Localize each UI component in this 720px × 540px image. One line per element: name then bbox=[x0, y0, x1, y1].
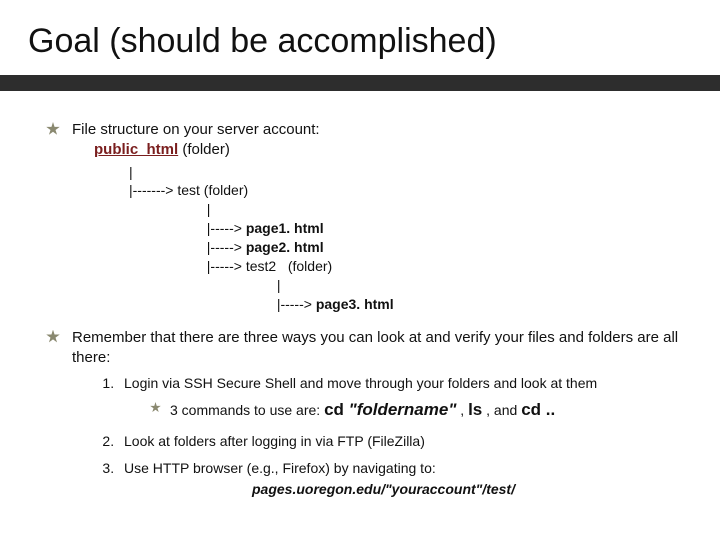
sep2: , and bbox=[482, 402, 521, 418]
tree-page2: page2. html bbox=[246, 239, 324, 255]
item3-text: Use HTTP browser (e.g., Firefox) by navi… bbox=[124, 460, 436, 476]
slide-body: File structure on your server account: p… bbox=[50, 120, 680, 513]
slide-title: Goal (should be accomplished) bbox=[28, 22, 497, 61]
tree-branch: |-----> bbox=[94, 220, 246, 236]
tree-branch: |-----> bbox=[94, 239, 246, 255]
tree-test2-folder: test2 (folder) bbox=[246, 258, 332, 274]
item2-text: Look at folders after logging in via FTP… bbox=[124, 433, 425, 449]
tree-pipe: | bbox=[94, 277, 280, 293]
tree-branch: |-----> bbox=[94, 296, 316, 312]
folder-tree: | |-------> test (folder) | |-----> page… bbox=[94, 163, 680, 314]
folder-root-line: public_html (folder) bbox=[94, 140, 680, 160]
tree-page1: page1. html bbox=[246, 220, 324, 236]
cmd-cd-arg: "foldername" bbox=[349, 400, 457, 419]
title-rule bbox=[0, 75, 720, 91]
bullet1-text: File structure on your server account: bbox=[72, 121, 320, 138]
list-item-ftp: Look at folders after logging in via FTP… bbox=[118, 432, 680, 451]
tree-pipe: | bbox=[94, 164, 133, 180]
list-item-http: Use HTTP browser (e.g., Firefox) by navi… bbox=[118, 459, 680, 499]
cmds-intro: 3 commands to use are: bbox=[170, 402, 324, 418]
bullet2-text: Remember that there are three ways you c… bbox=[72, 329, 678, 366]
url-line: pages.uoregon.edu/"youraccount"/test/ bbox=[252, 480, 680, 499]
root-folder-suffix: (folder) bbox=[178, 141, 230, 158]
slide: Goal (should be accomplished) File struc… bbox=[0, 0, 720, 540]
tree-page3: page3. html bbox=[316, 296, 394, 312]
item1-text: Login via SSH Secure Shell and move thro… bbox=[124, 375, 597, 391]
cmd-cd: cd bbox=[324, 400, 349, 419]
url-text: pages.uoregon.edu/"youraccount"/test/ bbox=[252, 481, 515, 497]
bullet-remember: Remember that there are three ways you c… bbox=[50, 328, 680, 499]
tree-pipe: | bbox=[94, 201, 210, 217]
commands-subbullet: 3 commands to use are: cd "foldername" ,… bbox=[150, 399, 680, 422]
root-folder: public_html bbox=[94, 141, 178, 158]
ways-list: Login via SSH Secure Shell and move thro… bbox=[72, 374, 680, 499]
sep1: , bbox=[456, 402, 468, 418]
bullet-file-structure: File structure on your server account: p… bbox=[50, 120, 680, 314]
cmd-cdup: cd .. bbox=[521, 400, 555, 419]
tree-branch: |-----> bbox=[94, 258, 246, 274]
tree-test-folder: test (folder) bbox=[177, 182, 248, 198]
list-item-ssh: Login via SSH Secure Shell and move thro… bbox=[118, 374, 680, 422]
cmd-ls: ls bbox=[468, 400, 482, 419]
tree-branch: |-------> bbox=[94, 182, 177, 198]
